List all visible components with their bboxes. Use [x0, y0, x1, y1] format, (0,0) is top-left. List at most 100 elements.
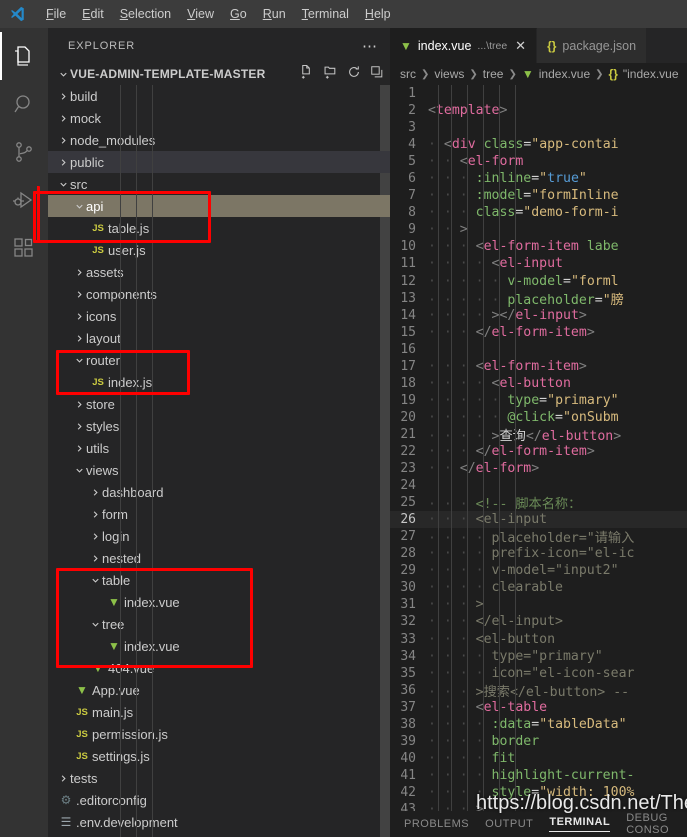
tree-item-nested[interactable]: nested	[48, 547, 390, 569]
code-line[interactable]: 14 · · · · ></el-input>	[390, 307, 687, 324]
activity-extensions-icon[interactable]	[0, 224, 48, 272]
chevron-right-icon[interactable]	[72, 267, 86, 278]
code-line[interactable]: 36 · · · >搜索</el-button> --	[390, 682, 687, 700]
tree-item-public[interactable]: public	[48, 151, 390, 173]
code-line[interactable]: 24	[390, 477, 687, 494]
tree-item-app-vue[interactable]: ▼ App.vue	[48, 679, 390, 701]
code-line[interactable]: 5 · · <el-form	[390, 153, 687, 170]
tree-item-api[interactable]: api	[48, 195, 390, 217]
chevron-right-icon[interactable]	[72, 333, 86, 344]
chevron-down-icon[interactable]	[72, 201, 86, 212]
code-line[interactable]: 15 · · · </el-form-item>	[390, 324, 687, 341]
breadcrumb-segment[interactable]: tree	[483, 67, 504, 81]
code-editor[interactable]: 1 2 <template> 3 4 · <div class="app-contai 5 ·…	[390, 85, 687, 811]
tree-item--env-development[interactable]: ☰ .env.development	[48, 811, 390, 833]
chevron-right-icon[interactable]	[88, 553, 102, 564]
code-line[interactable]: 25 · · · <!-- 脚本名称：	[390, 494, 687, 512]
tree-item-layout[interactable]: layout	[48, 327, 390, 349]
tree-item-settings-js[interactable]: JSsettings.js	[48, 745, 390, 767]
tree-item-build[interactable]: build	[48, 85, 390, 107]
tree-item-index-vue[interactable]: ▼index.vue	[48, 591, 390, 613]
code-line[interactable]: 39 · · · · border	[390, 733, 687, 750]
menu-bar[interactable]: File Edit Selection View Go Run Terminal…	[38, 4, 399, 24]
code-line[interactable]: 6 · · · :inline="true"	[390, 170, 687, 187]
tree-item-form[interactable]: form	[48, 503, 390, 525]
menu-view[interactable]: View	[179, 4, 222, 24]
panel-tab-debug-conso[interactable]: DEBUG CONSO	[626, 812, 687, 836]
tree-item-404-vue[interactable]: ▼ 404.vue	[48, 657, 390, 679]
code-line[interactable]: 1	[390, 85, 687, 102]
code-line[interactable]: 8 · · · class="demo-form-i	[390, 204, 687, 221]
activity-search-icon[interactable]	[0, 80, 48, 128]
menu-go[interactable]: Go	[222, 4, 255, 24]
tree-item-table-js[interactable]: JS table.js	[48, 217, 390, 239]
tree-item-login[interactable]: login	[48, 525, 390, 547]
close-icon[interactable]: ✕	[515, 38, 526, 54]
code-line[interactable]: 42 · · · · style="width: 100%	[390, 784, 687, 801]
code-line[interactable]: 2 <template>	[390, 102, 687, 119]
code-line[interactable]: 43 · · · >	[390, 801, 687, 811]
code-line[interactable]: 9 · · >	[390, 221, 687, 238]
code-line[interactable]: 18 · · · · <el-button	[390, 375, 687, 392]
chevron-right-icon[interactable]	[56, 135, 70, 146]
code-line[interactable]: 32 · · · </el-input>	[390, 613, 687, 630]
chevron-right-icon[interactable]	[56, 113, 70, 124]
chevron-right-icon[interactable]	[56, 91, 70, 102]
code-line[interactable]: 23 · · </el-form>	[390, 460, 687, 477]
chevron-right-icon[interactable]	[88, 509, 102, 520]
code-line[interactable]: 41 · · · · highlight-current-	[390, 767, 687, 784]
tree-item-table[interactable]: table	[48, 569, 390, 591]
code-line[interactable]: 21 · · · · >查询</el-button>	[390, 426, 687, 444]
tree-item-components[interactable]: components	[48, 283, 390, 305]
tree-item-main-js[interactable]: JS main.js	[48, 701, 390, 723]
tree-item-icons[interactable]: icons	[48, 305, 390, 327]
menu-help[interactable]: Help	[357, 4, 399, 24]
refresh-icon[interactable]	[347, 65, 361, 84]
tree-item-store[interactable]: store	[48, 393, 390, 415]
workspace-root-row[interactable]: VUE-ADMIN-TEMPLATE-MASTER	[48, 63, 390, 85]
chevron-right-icon[interactable]	[88, 487, 102, 498]
editor-tab-package-json[interactable]: {} package.json	[537, 28, 648, 63]
menu-run[interactable]: Run	[255, 4, 294, 24]
code-line[interactable]: 30 · · · · clearable	[390, 579, 687, 596]
chevron-right-icon[interactable]	[56, 773, 70, 784]
tree-item-mock[interactable]: mock	[48, 107, 390, 129]
activity-explorer-icon[interactable]	[0, 32, 48, 80]
code-line[interactable]: 29 · · · · v-model="input2"	[390, 562, 687, 579]
code-line[interactable]: 16	[390, 341, 687, 358]
tree-item-src[interactable]: src	[48, 173, 390, 195]
code-line[interactable]: 19 · · · · · type="primary"	[390, 392, 687, 409]
tree-item-index-js[interactable]: JS index.js	[48, 371, 390, 393]
tree-item--editorconfig[interactable]: ⚙ .editorconfig	[48, 789, 390, 811]
breadcrumb-segment[interactable]: views	[434, 67, 464, 81]
tree-item-utils[interactable]: utils	[48, 437, 390, 459]
chevron-right-icon[interactable]	[88, 531, 102, 542]
chevron-right-icon[interactable]	[72, 443, 86, 454]
chevron-down-icon[interactable]	[88, 619, 102, 630]
menu-file[interactable]: File	[38, 4, 74, 24]
menu-edit[interactable]: Edit	[74, 4, 112, 24]
code-line[interactable]: 26 · · · <el-input	[390, 511, 687, 529]
panel-tab-problems[interactable]: PROBLEMS	[404, 818, 469, 830]
menu-terminal[interactable]: Terminal	[294, 4, 357, 24]
tree-item-node-modules[interactable]: node_modules	[48, 129, 390, 151]
chevron-right-icon[interactable]	[72, 311, 86, 322]
tree-item-permission-js[interactable]: JS permission.js	[48, 723, 390, 745]
breadcrumb[interactable]: src ❯ views ❯ tree ❯ ▼ index.vue ❯ {} "index.vue	[390, 63, 687, 85]
panel-tab-bar[interactable]: PROBLEMS OUTPUT TERMINAL DEBUG CONSO	[390, 811, 687, 837]
code-line[interactable]: 11 · · · · <el-input	[390, 255, 687, 272]
code-line[interactable]: 38 · · · · :data="tableData"	[390, 716, 687, 733]
breadcrumb-segment[interactable]: index.vue	[539, 67, 590, 81]
panel-tab-terminal[interactable]: TERMINAL	[549, 816, 611, 832]
chevron-down-icon[interactable]	[88, 575, 102, 586]
tree-item-tests[interactable]: tests	[48, 767, 390, 789]
tree-item-router[interactable]: router	[48, 349, 390, 371]
editor-tab-bar[interactable]: ▼ index.vue ...\tree ✕ {} package.json	[390, 28, 687, 63]
tree-item-dashboard[interactable]: dashboard	[48, 481, 390, 503]
code-line[interactable]: 4 · <div class="app-contai	[390, 136, 687, 153]
code-line[interactable]: 20 · · · · · @click="onSubm	[390, 409, 687, 426]
chevron-down-icon[interactable]	[56, 179, 70, 190]
chevron-down-icon[interactable]	[72, 355, 86, 366]
editor-tab-index-vue[interactable]: ▼ index.vue ...\tree ✕	[390, 28, 538, 63]
code-line[interactable]: 31 · · · >	[390, 596, 687, 613]
